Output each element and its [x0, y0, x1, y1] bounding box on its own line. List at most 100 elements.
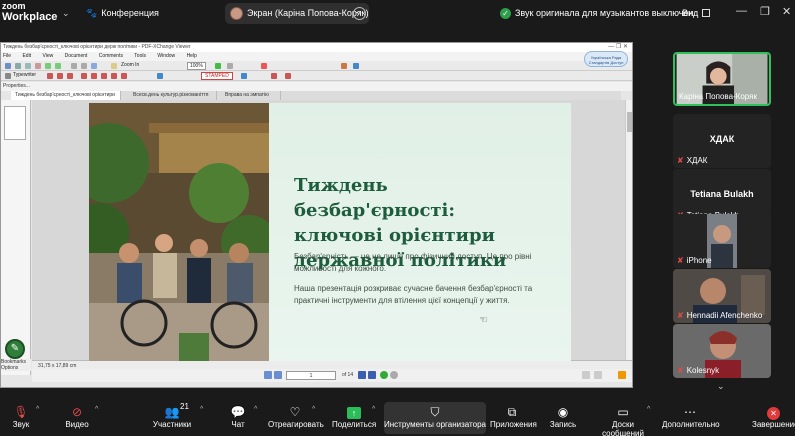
- pdf-left-panel: [1, 100, 31, 375]
- boards-button[interactable]: ▭ Доски сообщений: [592, 404, 654, 436]
- participant-tile[interactable]: ✘ Hennadii Afenchenko: [673, 269, 771, 323]
- caret-up-icon: ^: [200, 406, 204, 413]
- rotate-icon[interactable]: [261, 63, 267, 69]
- polygon-icon[interactable]: [121, 73, 127, 79]
- more-button[interactable]: ⋯ Дополнительно: [662, 404, 720, 429]
- more-icon: ⋯: [684, 405, 696, 419]
- page-input[interactable]: 1: [286, 371, 336, 380]
- mail-icon[interactable]: [35, 63, 41, 69]
- prev-page-icon[interactable]: [274, 371, 282, 379]
- menu-view[interactable]: View: [42, 53, 53, 59]
- minimize-icon[interactable]: —: [736, 5, 747, 17]
- mic-muted-icon: ✘: [677, 366, 684, 375]
- caret-up-icon: ^: [312, 406, 316, 413]
- close-icon[interactable]: ✕: [782, 5, 791, 18]
- chat-icon: 💬: [230, 405, 246, 419]
- line-icon[interactable]: [81, 73, 87, 79]
- participant-name: ✘ Hennadii Afenchenko: [677, 311, 762, 320]
- screen-share-indicator[interactable]: Экран (Каріна Попова-Коряк) ···: [225, 3, 369, 24]
- snapshot-icon[interactable]: [91, 63, 97, 69]
- link-tool-icon[interactable]: [353, 63, 359, 69]
- record-button[interactable]: ◉ Запись: [548, 404, 578, 429]
- apps-icon: ⧉: [507, 405, 517, 419]
- play-icon[interactable]: [380, 371, 388, 379]
- callout-icon[interactable]: [67, 73, 73, 79]
- view-button[interactable]: Вид: [682, 8, 711, 18]
- share-button[interactable]: ↑ Поделиться: [332, 404, 376, 429]
- meeting-info-button[interactable]: 🐾 Конференция: [86, 8, 159, 19]
- participant-tile[interactable]: ✘ iPhone: [673, 214, 771, 268]
- page-thumbnail[interactable]: [4, 106, 26, 140]
- open-icon[interactable]: [5, 63, 11, 69]
- forward-icon[interactable]: [55, 63, 61, 69]
- options-button[interactable]: Options: [1, 365, 31, 371]
- rect-icon[interactable]: [101, 73, 107, 79]
- logo-line2: Workplace: [2, 11, 58, 23]
- scroll-thumb[interactable]: [627, 112, 632, 132]
- zoom-in-label[interactable]: Zoom In: [121, 62, 139, 68]
- menu-tools[interactable]: Tools: [134, 53, 146, 59]
- print-icon[interactable]: [25, 63, 31, 69]
- menu-comments[interactable]: Comments: [99, 53, 123, 59]
- more-icon[interactable]: ···: [353, 7, 366, 20]
- pencil-icon[interactable]: [271, 73, 277, 79]
- textbox-icon[interactable]: [57, 73, 63, 79]
- arrow-icon[interactable]: [91, 73, 97, 79]
- first-page-icon[interactable]: [264, 371, 272, 379]
- menu-document[interactable]: Document: [65, 53, 88, 59]
- stamp-selector[interactable]: STAMPED: [201, 72, 233, 80]
- apps-label: Приложения: [490, 420, 537, 429]
- view-mode-icon[interactable]: [594, 371, 602, 379]
- pdf-menubar: File Edit View Document Comments Tools W…: [1, 52, 632, 61]
- audio-button[interactable]: 🎙 Звук: [8, 404, 34, 429]
- zoom-level[interactable]: 100%: [187, 62, 206, 70]
- select-tool-icon[interactable]: [81, 63, 87, 69]
- participant-tile[interactable]: ХДАК ✘ ХДАК: [673, 114, 771, 168]
- hand-tool-icon[interactable]: [71, 63, 77, 69]
- tab-document-3[interactable]: Вправа на эмпатію: [221, 91, 281, 100]
- participant-tile[interactable]: ✘ Kolesnyk: [673, 324, 771, 378]
- menu-edit[interactable]: Edit: [22, 53, 31, 59]
- menu-window[interactable]: Window: [157, 53, 175, 59]
- properties-button[interactable]: Properties...: [3, 83, 30, 89]
- tab-document-2[interactable]: Всесв.день культур.різноманіття: [129, 91, 217, 100]
- chevron-down-icon[interactable]: ⌄: [717, 381, 725, 392]
- next-page-icon[interactable]: [358, 371, 366, 379]
- video-button[interactable]: ⊘ Видео: [62, 404, 92, 429]
- end-label: Завершение: [752, 420, 795, 429]
- mic-muted-icon: ✘: [677, 311, 684, 320]
- view-mode-icon[interactable]: [582, 371, 590, 379]
- menu-help[interactable]: Help: [187, 53, 197, 59]
- fit-page-icon[interactable]: [215, 63, 221, 69]
- participant-tile[interactable]: Каріна Попова-Коряк: [673, 52, 771, 106]
- tab-label: Вправа на эмпатію: [225, 92, 269, 98]
- eraser-icon[interactable]: [285, 73, 291, 79]
- annotate-fab[interactable]: ✎: [5, 339, 25, 359]
- back-icon[interactable]: [45, 63, 51, 69]
- participants-button[interactable]: 👥 21 Участники: [152, 402, 192, 429]
- chat-button[interactable]: 💬 Чат: [228, 404, 248, 429]
- measure-icon[interactable]: [241, 73, 247, 79]
- save-icon[interactable]: [15, 63, 21, 69]
- note-icon[interactable]: [47, 73, 53, 79]
- typewriter-icon[interactable]: [5, 73, 11, 79]
- tab-document-1[interactable]: Тиждень безбар'єрності_ключові орієнтири…: [11, 91, 121, 107]
- settings-icon[interactable]: [618, 371, 626, 379]
- comment-tool-icon[interactable]: [341, 63, 347, 69]
- host-tools-button[interactable]: ⛉ Инструменты организатора: [384, 402, 486, 434]
- menu-file[interactable]: File: [3, 53, 11, 59]
- shield-icon: ⛉: [430, 405, 440, 419]
- typewriter-label[interactable]: Typewriter: [13, 72, 36, 78]
- chevron-down-icon[interactable]: ⌄: [62, 8, 70, 19]
- oval-icon[interactable]: [111, 73, 117, 79]
- fit-width-icon[interactable]: [227, 63, 233, 69]
- last-page-icon[interactable]: [368, 371, 376, 379]
- vertical-scrollbar[interactable]: [625, 100, 632, 360]
- end-button[interactable]: ✕ Завершение: [752, 404, 795, 429]
- restore-icon[interactable]: ❐: [760, 5, 770, 18]
- stop-icon[interactable]: [390, 371, 398, 379]
- zoom-window: zoom Workplace ⌄ 🐾 Конференция Экран (Кар…: [0, 0, 795, 436]
- apps-button[interactable]: ⧉ Приложения: [490, 404, 537, 429]
- highlight-icon[interactable]: [157, 73, 163, 79]
- zoom-in-icon[interactable]: [111, 63, 117, 69]
